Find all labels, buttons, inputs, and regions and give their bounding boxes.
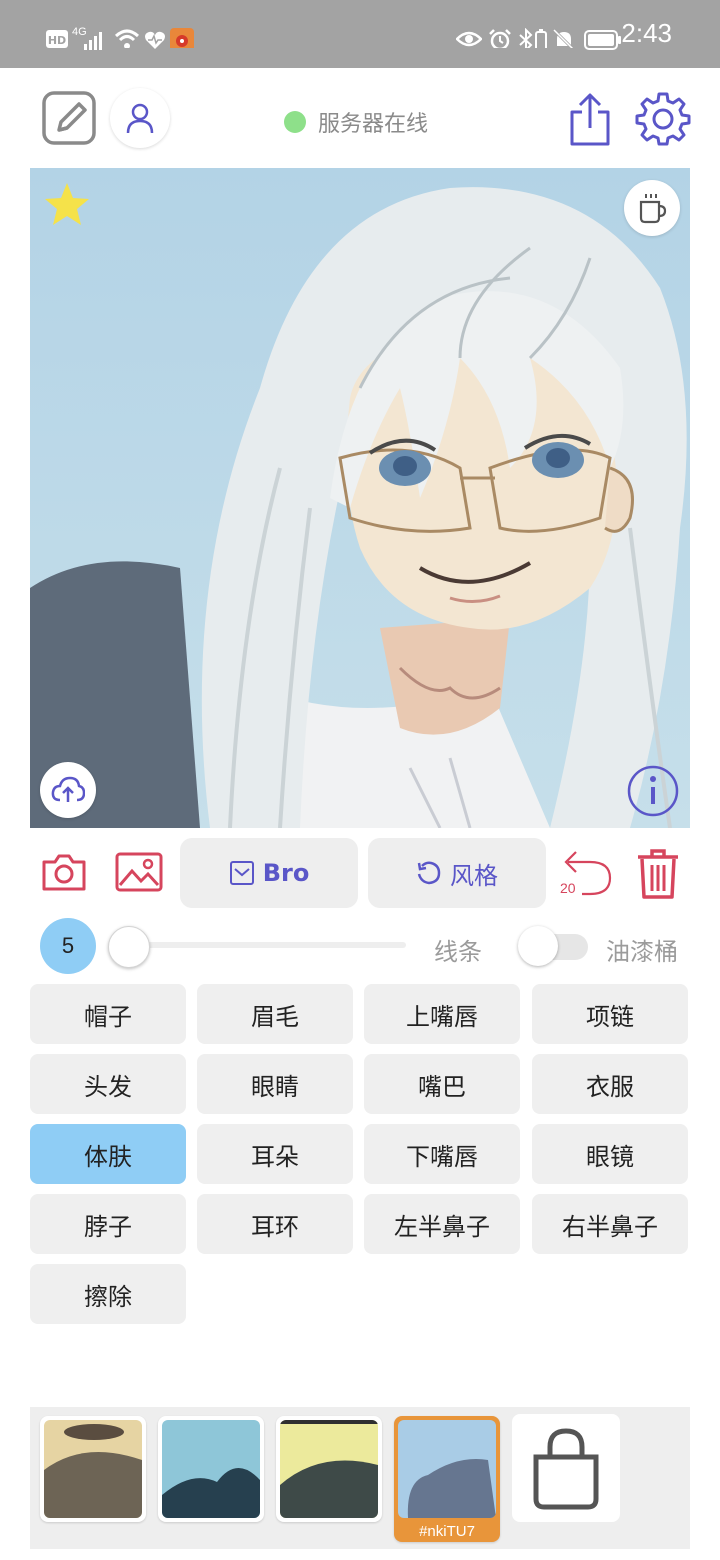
battery-icon xyxy=(584,30,621,50)
favorite-star-icon[interactable] xyxy=(42,180,92,230)
paint-bucket-toggle[interactable] xyxy=(518,926,590,966)
svg-text:HD: HD xyxy=(48,34,66,47)
part-button[interactable]: 耳朵 xyxy=(197,1124,353,1184)
history-thumbnail-selected[interactable]: #nkiTU7 xyxy=(394,1416,500,1542)
bro-button[interactable]: Bro xyxy=(180,838,358,908)
user-icon xyxy=(126,103,154,134)
part-button[interactable]: 嘴巴 xyxy=(364,1054,520,1114)
undo-button[interactable]: 20 xyxy=(558,846,614,898)
slider-thumb[interactable] xyxy=(108,926,150,968)
battery-saver-icon xyxy=(535,29,547,48)
shop-button[interactable] xyxy=(512,1414,620,1522)
bro-label: Bro xyxy=(262,859,310,887)
bluetooth-icon xyxy=(519,28,533,48)
wifi-icon xyxy=(114,29,140,48)
part-button[interactable]: 右半鼻子 xyxy=(532,1194,688,1254)
part-button[interactable]: 左半鼻子 xyxy=(364,1194,520,1254)
part-button[interactable]: 上嘴唇 xyxy=(364,984,520,1044)
coffee-cup-icon xyxy=(639,194,667,224)
server-status-text: 服务器在线 xyxy=(318,112,429,137)
info-icon[interactable] xyxy=(626,764,680,818)
hd-icon: HD xyxy=(46,30,68,48)
thumbnail-image xyxy=(162,1420,260,1518)
mute-bell-icon xyxy=(552,28,575,48)
thumbnail-image xyxy=(398,1420,496,1518)
gallery-button[interactable] xyxy=(112,850,166,894)
clock: 2:43 xyxy=(621,18,672,48)
line-mode-label[interactable]: 线条 xyxy=(434,932,482,967)
server-status: 服务器在线 xyxy=(284,106,428,138)
status-bar: HD 4G 2:43 xyxy=(0,0,720,68)
user-profile-button[interactable] xyxy=(110,88,170,148)
checkbox-icon xyxy=(229,861,254,885)
online-indicator xyxy=(284,111,306,133)
camera-button[interactable] xyxy=(40,850,88,894)
history-thumbnail[interactable] xyxy=(276,1416,382,1522)
history-thumbnail[interactable] xyxy=(40,1416,146,1522)
part-button[interactable]: 眼镜 xyxy=(532,1124,688,1184)
edit-pencil-icon xyxy=(42,91,96,145)
part-button[interactable]: 眼睛 xyxy=(197,1054,353,1114)
part-button[interactable]: 擦除 xyxy=(30,1264,186,1324)
image-icon xyxy=(115,852,163,892)
part-button[interactable]: 项链 xyxy=(532,984,688,1044)
camera-icon xyxy=(42,854,86,891)
part-button[interactable]: 体肤 xyxy=(30,1124,186,1184)
thumbnail-image xyxy=(280,1420,378,1518)
undo-count: 20 xyxy=(560,880,576,896)
rotate-icon xyxy=(417,861,441,885)
coffee-donate-button[interactable] xyxy=(624,180,680,236)
draw-mode-button[interactable] xyxy=(40,90,98,146)
anime-portrait-illustration xyxy=(30,168,690,828)
part-button[interactable]: 帽子 xyxy=(30,984,186,1044)
history-thumbnail[interactable] xyxy=(158,1416,264,1522)
alarm-icon xyxy=(489,29,511,48)
thumbnail-image xyxy=(44,1420,142,1518)
part-button[interactable]: 下嘴唇 xyxy=(364,1124,520,1184)
part-button[interactable]: 脖子 xyxy=(30,1194,186,1254)
share-button[interactable] xyxy=(564,92,616,148)
weibo-app-icon xyxy=(170,28,194,48)
drawing-canvas[interactable] xyxy=(30,168,690,828)
upload-button[interactable] xyxy=(40,762,96,818)
style-button[interactable]: 风格 xyxy=(368,838,546,908)
delete-button[interactable] xyxy=(632,844,684,902)
thumbnail-tag: #nkiTU7 xyxy=(419,1523,475,1540)
eye-icon xyxy=(456,31,482,47)
trash-icon xyxy=(638,849,678,899)
share-icon xyxy=(570,93,610,146)
brush-size-badge: 5 xyxy=(40,918,96,974)
part-button[interactable]: 衣服 xyxy=(532,1054,688,1114)
part-button[interactable]: 眉毛 xyxy=(197,984,353,1044)
signal-icon xyxy=(84,32,102,50)
gear-icon xyxy=(635,92,691,146)
settings-button[interactable] xyxy=(634,90,692,148)
paint-bucket-label: 油漆桶 xyxy=(606,938,678,966)
cloud-upload-icon xyxy=(51,776,85,802)
part-button[interactable]: 耳环 xyxy=(197,1194,353,1254)
part-button[interactable]: 头发 xyxy=(30,1054,186,1114)
brush-size-slider[interactable] xyxy=(118,942,406,948)
health-heart-icon xyxy=(145,31,165,49)
toggle-knob xyxy=(518,926,558,966)
style-label: 风格 xyxy=(450,861,498,890)
shopping-bag-icon xyxy=(533,1428,599,1510)
